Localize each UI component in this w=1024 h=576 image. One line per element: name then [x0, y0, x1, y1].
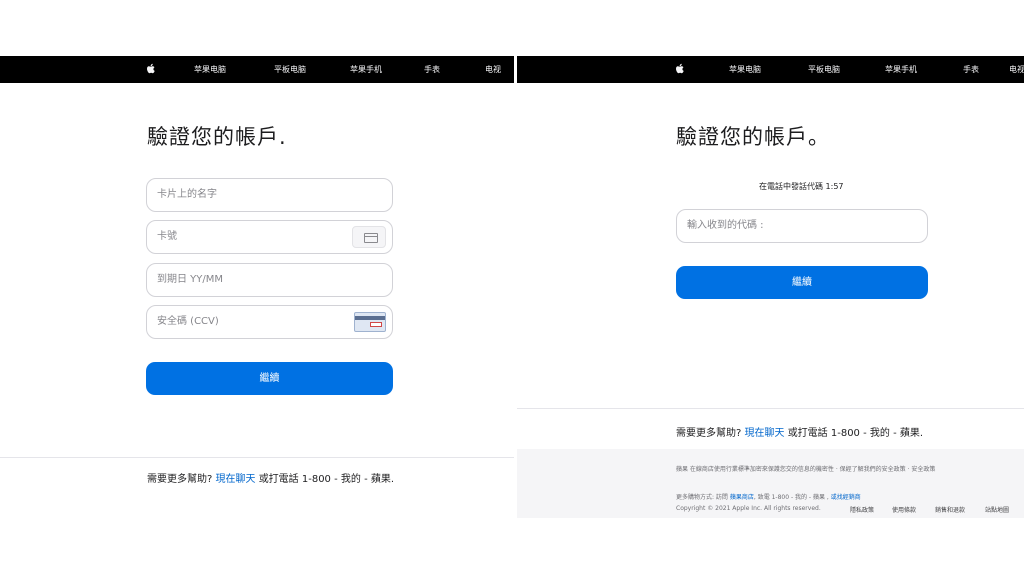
- nav-item-iphone[interactable]: 苹果手机: [350, 56, 382, 83]
- verification-code-placeholder: 輸入收到的代碼 :: [687, 220, 764, 231]
- global-nav: 苹果电脑 平板电脑 苹果手机 手表 电视: [517, 56, 1024, 83]
- global-nav: 苹果电脑 平板电脑 苹果手机 手表 电视: [0, 56, 514, 83]
- help-suffix: 或打電話 1-800 - 我的 - 蘋果.: [787, 428, 924, 439]
- page-title: 驗證您的帳戶.: [147, 125, 287, 149]
- security-code-placeholder: 安全碼 (CCV): [157, 316, 219, 327]
- security-code-field[interactable]: 安全碼 (CCV): [146, 305, 393, 339]
- help-text: 需要更多幫助? 現在聊天 或打電話 1-800 - 我的 - 蘋果.: [147, 470, 394, 485]
- help-suffix: 或打電話 1-800 - 我的 - 蘋果.: [258, 474, 395, 485]
- verification-code-field[interactable]: 輸入收到的代碼 :: [676, 209, 928, 243]
- more-ways-prefix: 更多購物方式: 訪問: [676, 494, 728, 501]
- code-sent-hint: 在電話中發話代碼 1:57: [759, 182, 844, 191]
- chat-now-link[interactable]: 現在聊天: [216, 474, 256, 485]
- privacy-policy-link[interactable]: 隱私政策: [850, 505, 874, 514]
- expiry-date-field[interactable]: 到期日 YY/MM: [146, 263, 393, 297]
- nav-item-tv[interactable]: 电视: [485, 56, 501, 83]
- security-notice: 蘋果 在線商店使用行業標準加密來保護您交的信息的機密性 · 保經了解我們的安全政…: [676, 466, 936, 473]
- nav-item-iphone[interactable]: 苹果手机: [885, 56, 917, 83]
- site-map-link[interactable]: 站點地圖: [985, 505, 1009, 514]
- nav-item-ipad[interactable]: 平板电脑: [808, 56, 840, 83]
- code-verification-panel: 苹果电脑 平板电脑 苹果手机 手表 电视 驗證您的帳戶。 在電話中發話代碼 1:…: [517, 56, 1024, 518]
- credit-card-icon: [352, 226, 386, 248]
- more-ways-middle: , 致電 1-800 - 我的 - 蘋果 ,: [753, 494, 831, 501]
- nav-item-watch[interactable]: 手表: [963, 56, 979, 83]
- cvv-card-icon: [354, 312, 386, 332]
- nav-item-watch[interactable]: 手表: [424, 56, 440, 83]
- apple-store-link[interactable]: 蘋果商店: [730, 494, 754, 501]
- expiry-date-placeholder: 到期日 YY/MM: [157, 274, 224, 285]
- help-prefix: 需要更多幫助?: [147, 474, 213, 485]
- continue-button[interactable]: 繼續: [146, 362, 393, 395]
- nav-item-mac[interactable]: 苹果电脑: [729, 56, 761, 83]
- card-number-placeholder: 卡號: [157, 231, 177, 242]
- nav-item-mac[interactable]: 苹果电脑: [194, 56, 226, 83]
- apple-logo-icon[interactable]: [146, 63, 156, 75]
- continue-button[interactable]: 繼續: [676, 266, 928, 299]
- cardholder-name-placeholder: 卡片上的名字: [157, 189, 217, 200]
- chat-now-link[interactable]: 現在聊天: [745, 428, 785, 439]
- copyright: Copyright © 2021 Apple Inc. All rights r…: [676, 505, 821, 512]
- reseller-link[interactable]: 或找經銷商: [831, 494, 861, 501]
- nav-item-tv[interactable]: 电视: [1009, 56, 1024, 83]
- more-ways-to-shop: 更多購物方式: 訪問 蘋果商店, 致電 1-800 - 我的 - 蘋果 , 或找…: [676, 492, 861, 501]
- legal-footer: 蘋果 在線商店使用行業標準加密來保護您交的信息的機密性 · 保經了解我們的安全政…: [517, 449, 1024, 518]
- sales-refunds-link[interactable]: 銷售和退款: [935, 505, 965, 514]
- cardholder-name-field[interactable]: 卡片上的名字: [146, 178, 393, 212]
- help-prefix: 需要更多幫助?: [676, 428, 742, 439]
- nav-item-ipad[interactable]: 平板电脑: [274, 56, 306, 83]
- apple-logo-icon[interactable]: [675, 63, 685, 75]
- help-text: 需要更多幫助? 現在聊天 或打電話 1-800 - 我的 - 蘋果.: [676, 424, 923, 439]
- terms-of-use-link[interactable]: 使用條款: [892, 505, 916, 514]
- page-title: 驗證您的帳戶。: [676, 125, 830, 149]
- footer-divider: [517, 408, 1024, 409]
- footer-divider: [0, 457, 514, 458]
- card-number-field[interactable]: 卡號: [146, 220, 393, 254]
- card-verification-panel: 苹果电脑 平板电脑 苹果手机 手表 电视 驗證您的帳戶. 卡片上的名字 卡號 到…: [0, 56, 514, 518]
